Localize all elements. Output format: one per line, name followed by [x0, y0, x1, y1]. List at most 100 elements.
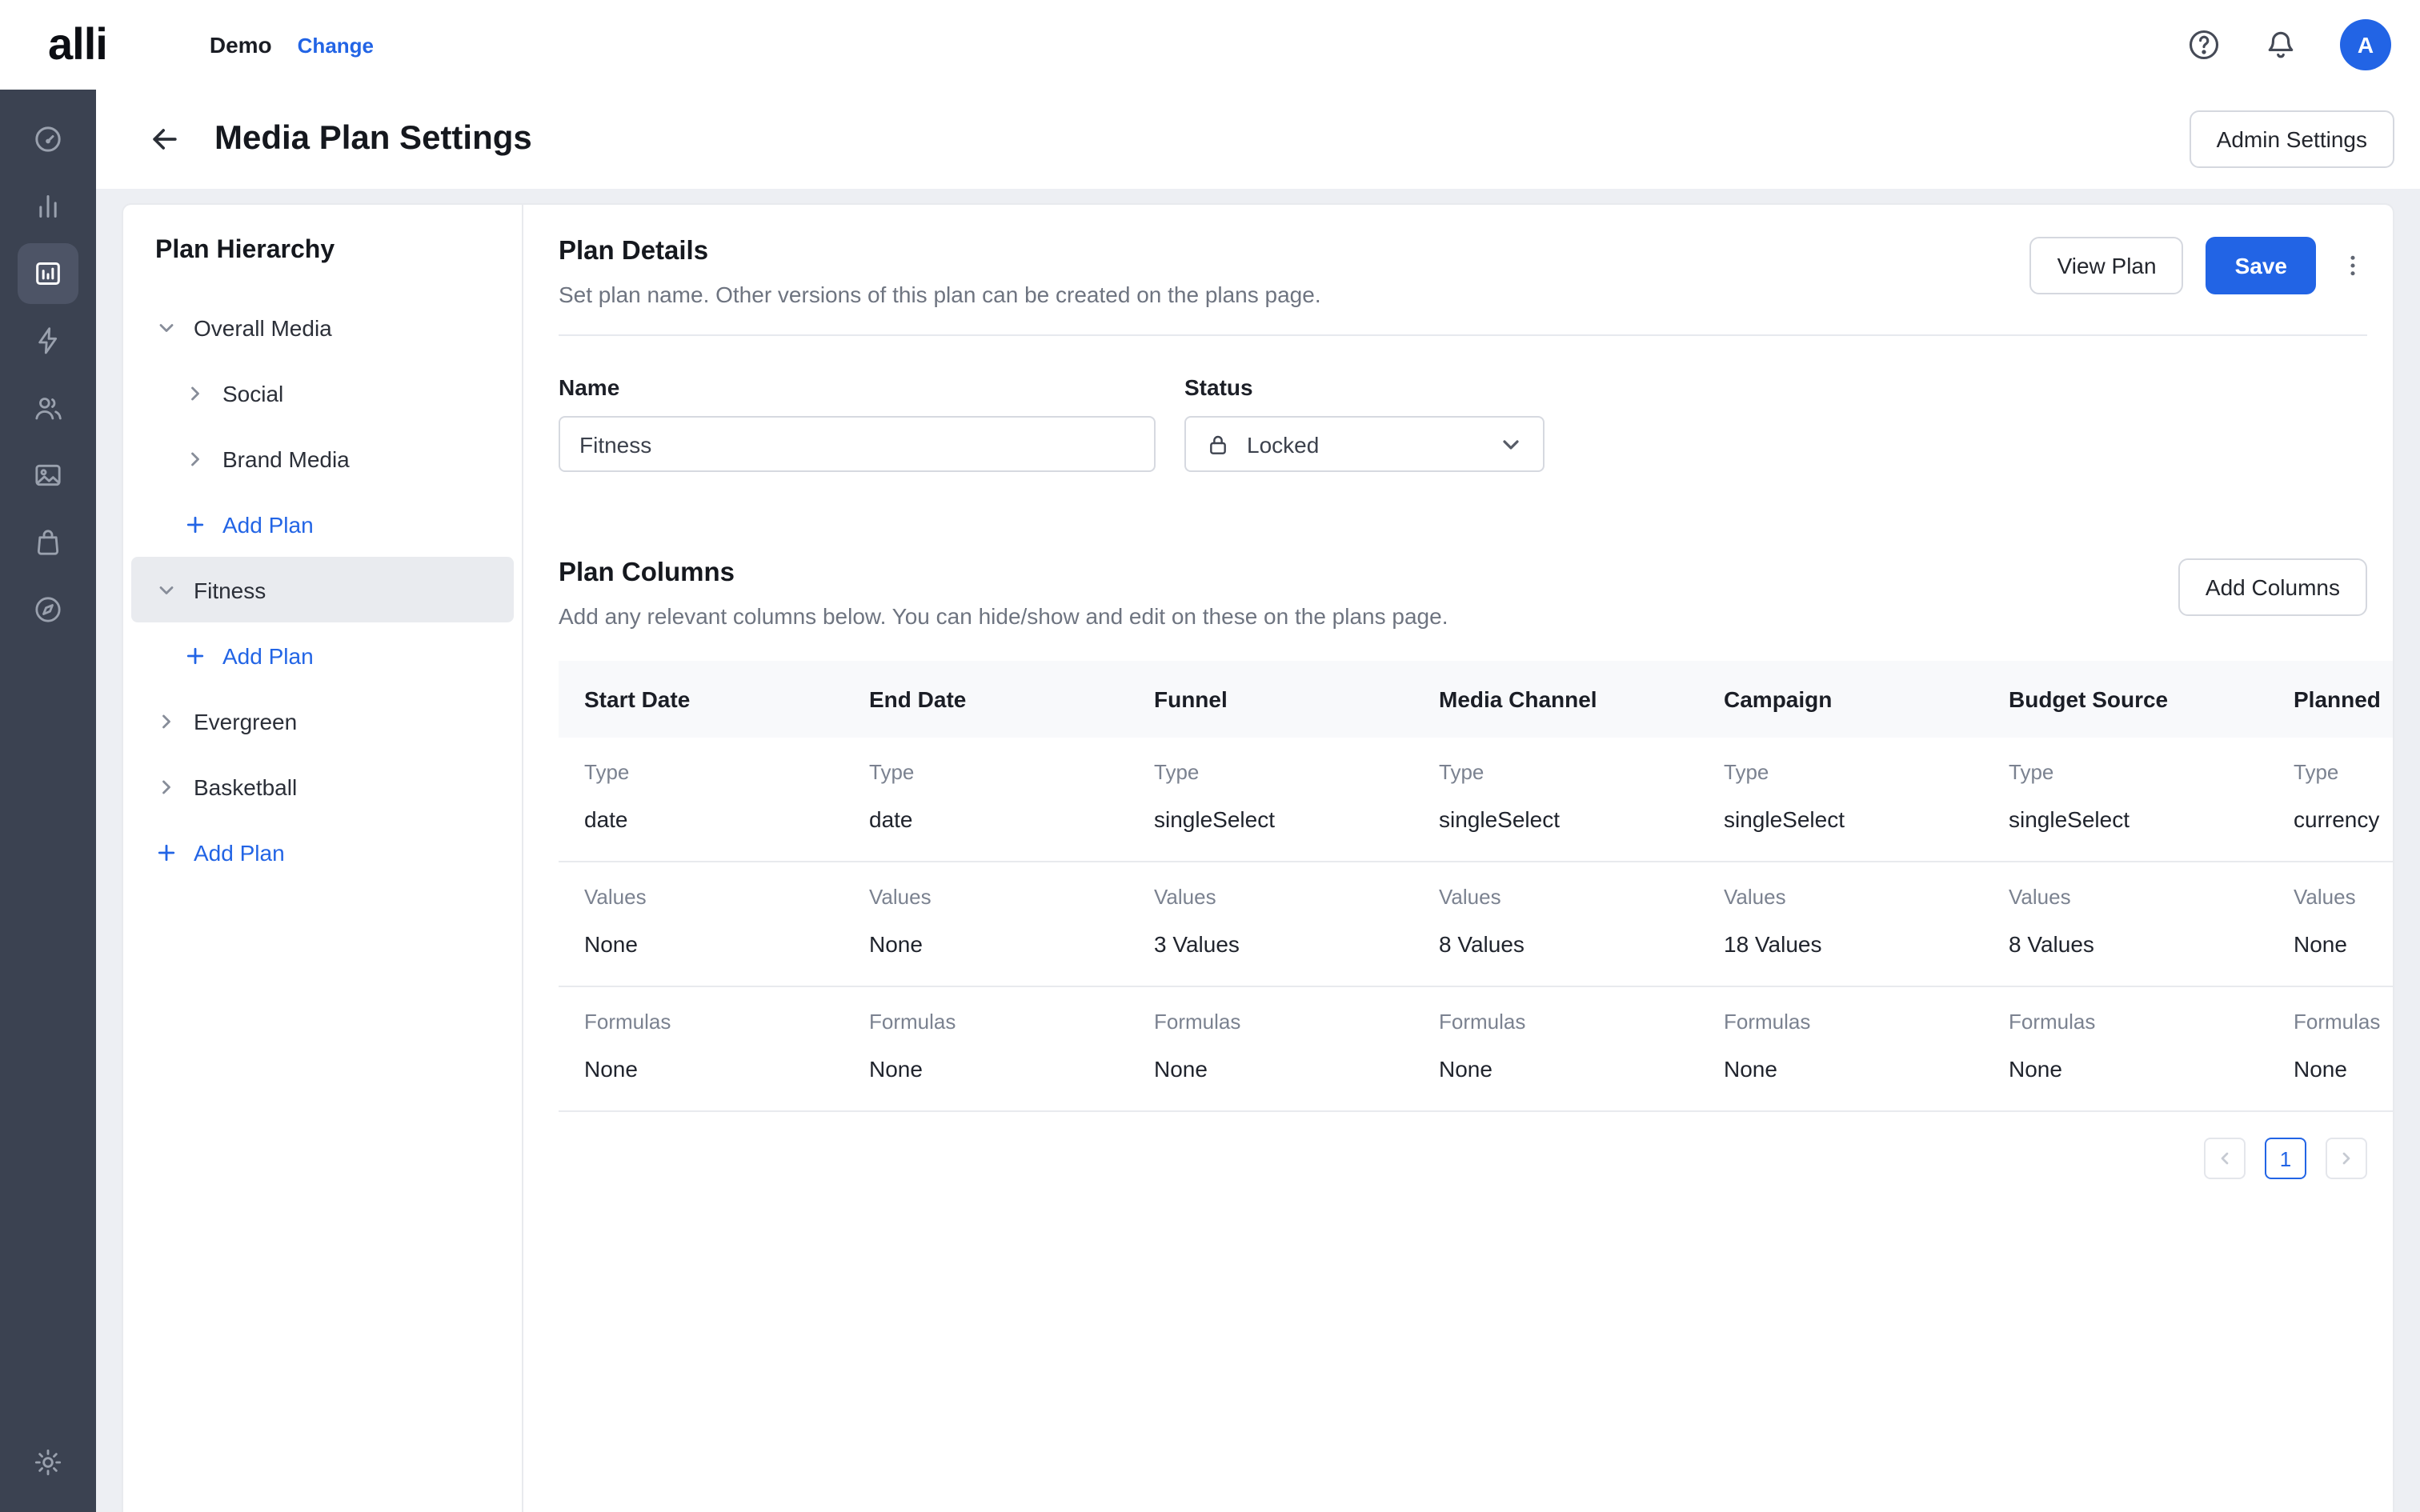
cell-label: Formulas	[1439, 1010, 1673, 1034]
cell-value: singleSelect	[2009, 806, 2242, 832]
cell-label: Values	[584, 885, 818, 909]
plan-detail-section: Plan Details Set plan name. Other versio…	[523, 205, 2393, 1512]
bell-icon[interactable]	[2263, 27, 2298, 62]
cell-value: None	[2294, 931, 2393, 957]
table-cell: FormulasNone	[843, 1010, 1128, 1082]
shopping-bag-icon[interactable]	[18, 512, 78, 573]
gear-icon[interactable]	[18, 1432, 78, 1493]
table-cell: Typecurrency	[2268, 760, 2393, 832]
cell-value: None	[2294, 1056, 2393, 1082]
name-label: Name	[559, 374, 1156, 400]
add-plan-button[interactable]: Add Plan	[123, 491, 522, 557]
add-plan-label: Add Plan	[194, 839, 285, 865]
table-row-type: Type date Type date TypesingleSelect Types…	[559, 738, 2393, 862]
column-header-budget-source: Budget Source	[1983, 686, 2268, 712]
back-arrow-icon[interactable]	[147, 122, 182, 157]
cell-value: date	[869, 806, 1103, 832]
tree-item-evergreen[interactable]: Evergreen	[123, 688, 522, 754]
cell-value: date	[584, 806, 818, 832]
cell-label: Values	[2009, 885, 2242, 909]
tree-item-label: Social	[222, 380, 283, 406]
tree-item-social[interactable]: Social	[123, 360, 522, 426]
plan-details-title: Plan Details	[559, 237, 1321, 267]
tree-item-label: Basketball	[194, 774, 297, 799]
cell-value: None	[1439, 1056, 1673, 1082]
add-plan-label: Add Plan	[222, 511, 314, 537]
page-header: Media Plan Settings Admin Settings	[96, 90, 2420, 189]
tree-item-overall-media[interactable]: Overall Media	[123, 294, 522, 360]
plan-hierarchy-panel: Plan Hierarchy Overall Media Social Bran…	[123, 205, 523, 1512]
prev-page-button[interactable]	[2204, 1138, 2246, 1179]
add-columns-button[interactable]: Add Columns	[2178, 558, 2367, 616]
cell-value: None	[869, 1056, 1103, 1082]
plan-details-subtitle: Set plan name. Other versions of this pl…	[559, 282, 1321, 307]
avatar[interactable]: A	[2340, 19, 2391, 70]
settings-card: Plan Hierarchy Overall Media Social Bran…	[122, 203, 2394, 1512]
change-account-link[interactable]: Change	[298, 33, 374, 57]
cell-value: 8 Values	[2009, 931, 2242, 957]
cell-label: Values	[869, 885, 1103, 909]
next-page-button[interactable]	[2326, 1138, 2367, 1179]
cell-label: Values	[1724, 885, 1957, 909]
image-icon[interactable]	[18, 445, 78, 506]
tree-item-label: Brand Media	[222, 446, 350, 471]
sidebar	[0, 90, 96, 1512]
current-page-button[interactable]: 1	[2265, 1138, 2306, 1179]
table-cell: Values 8 Values	[1983, 885, 2268, 957]
help-icon[interactable]	[2186, 27, 2222, 62]
cell-label: Type	[1724, 760, 1957, 784]
plan-columns-table-wrap: Start Date End Date Funnel Media Channel…	[559, 661, 2393, 1112]
tree-item-label: Fitness	[194, 577, 266, 602]
cell-value: None	[1724, 1056, 1957, 1082]
media-plan-board-icon[interactable]	[18, 243, 78, 304]
save-button[interactable]: Save	[2206, 237, 2316, 294]
kebab-menu-icon[interactable]	[2338, 251, 2367, 280]
table-cell: Values3 Values	[1128, 885, 1413, 957]
table-cell: TypesingleSelect	[1698, 760, 1983, 832]
cell-label: Formulas	[2294, 1010, 2393, 1034]
chevron-down-icon	[155, 578, 178, 601]
admin-settings-button[interactable]: Admin Settings	[2190, 110, 2394, 168]
lightning-icon[interactable]	[18, 310, 78, 371]
plan-columns-subtitle: Add any relevant columns below. You can …	[559, 603, 1448, 629]
cell-label: Values	[2294, 885, 2393, 909]
plan-columns-header: Plan Columns Add any relevant columns be…	[559, 558, 2367, 629]
bar-chart-icon[interactable]	[18, 176, 78, 237]
plan-columns-actions: Add Columns	[2178, 558, 2367, 616]
column-header-media-channel: Media Channel	[1413, 686, 1698, 712]
cell-value: None	[2009, 1056, 2242, 1082]
app-viewport: alli Demo Change A	[0, 0, 2420, 1512]
tree-item-fitness[interactable]: Fitness	[131, 557, 514, 622]
pagination: 1	[559, 1138, 2367, 1179]
users-icon[interactable]	[18, 378, 78, 438]
table-cell: ValuesNone	[559, 885, 843, 957]
cell-value: None	[584, 1056, 818, 1082]
table-cell: FormulasNone	[1128, 1010, 1413, 1082]
tree-item-brand-media[interactable]: Brand Media	[123, 426, 522, 491]
tree-item-label: Evergreen	[194, 708, 297, 734]
tree-item-basketball[interactable]: Basketball	[123, 754, 522, 819]
plan-columns-title: Plan Columns	[559, 558, 1448, 589]
add-plan-button[interactable]: Add Plan	[123, 819, 522, 885]
table-cell: TypesingleSelect	[1983, 760, 2268, 832]
table-cell: FormulasNone	[1983, 1010, 2268, 1082]
status-select[interactable]: Locked	[1184, 416, 1545, 472]
plan-name-input[interactable]	[559, 416, 1156, 472]
add-plan-button[interactable]: Add Plan	[123, 622, 522, 688]
page-title: Media Plan Settings	[214, 120, 532, 158]
table-row-values: ValuesNone ValuesNone Values3 Values Val…	[559, 862, 2393, 987]
column-header-end-date: End Date	[843, 686, 1128, 712]
account-switcher: Demo Change	[210, 32, 374, 58]
compass-icon[interactable]	[18, 579, 78, 640]
topbar-actions: A	[2186, 19, 2391, 70]
view-plan-button[interactable]: View Plan	[2030, 237, 2184, 294]
plan-columns-titles: Plan Columns Add any relevant columns be…	[559, 558, 1448, 629]
gauge-icon[interactable]	[18, 109, 78, 170]
cell-label: Type	[869, 760, 1103, 784]
section-divider	[559, 334, 2367, 336]
cell-label: Values	[1154, 885, 1388, 909]
status-value: Locked	[1247, 431, 1319, 457]
add-plan-label: Add Plan	[222, 642, 314, 668]
column-header-campaign: Campaign	[1698, 686, 1983, 712]
topbar: alli Demo Change A	[0, 0, 2420, 90]
